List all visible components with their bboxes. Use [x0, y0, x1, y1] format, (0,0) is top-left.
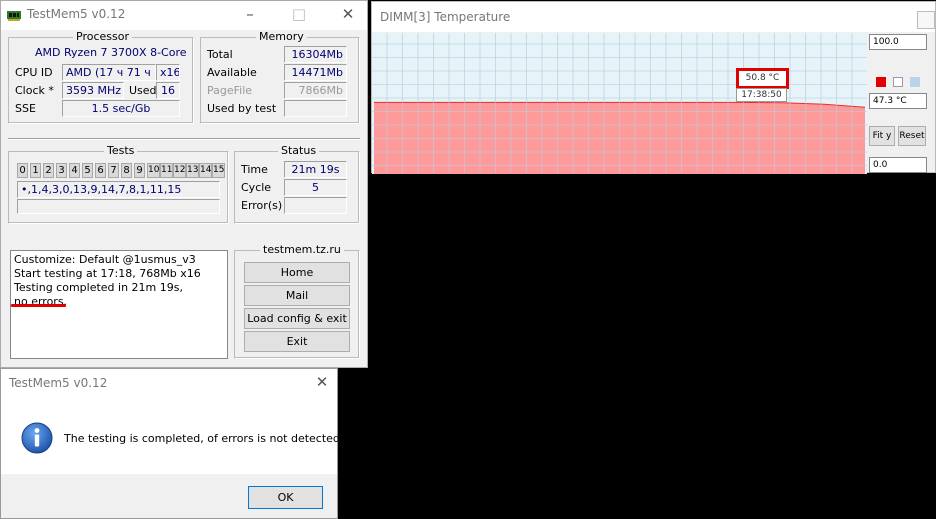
test-cells-row: 0 1 2 3 4 5 6 7 8 9 10 11 12 13 14 15 [17, 163, 225, 178]
testmem-titlebar[interactable]: TestMem5 v0.12 – □ ✕ [1, 1, 367, 30]
dimm-titlebar[interactable]: DIMM[3] Temperature [372, 2, 935, 32]
tooltip-time: 17:38:50 [736, 88, 787, 102]
sse-field: 1.5 sec/Gb [62, 100, 180, 117]
test-cell: 11 [160, 163, 173, 178]
test-cell: 15 [212, 163, 225, 178]
used-by-test-label: Used by test [207, 102, 277, 115]
test-cell: 0 [17, 163, 28, 178]
test-cell: 10 [147, 163, 160, 178]
close-button[interactable]: ✕ [331, 1, 365, 30]
time-label: Time [241, 163, 268, 176]
available-label: Available [207, 66, 257, 79]
test-cell: 4 [69, 163, 80, 178]
exit-button[interactable]: Exit [244, 331, 350, 352]
test-cell: 9 [134, 163, 145, 178]
cpuid-field: AMD (17 ч 71 ч [62, 64, 156, 81]
clock-field: 3593 MHz [62, 82, 124, 99]
fit-y-button[interactable]: Fit y [869, 126, 895, 146]
red-underline [11, 304, 66, 307]
available-field: 14471Mb [284, 64, 347, 81]
clock-label: Clock * [15, 84, 54, 97]
dialog-message: The testing is completed, of errors is n… [64, 432, 344, 445]
test-cell: 2 [43, 163, 54, 178]
test-cell: 13 [186, 163, 199, 178]
separator [8, 138, 360, 140]
cycle-label: Cycle [241, 181, 272, 194]
total-field: 16304Mb [284, 46, 347, 63]
minimize-button[interactable]: – [233, 1, 267, 30]
tooltip-temp-value: 50.8 °C [745, 73, 780, 83]
dimm-temperature-window: DIMM[3] Temperature 50.8 °C 17:38:50 100… [371, 1, 936, 174]
home-button[interactable]: Home [244, 262, 350, 283]
errors-field [284, 197, 347, 214]
test-progress-bar [17, 199, 220, 214]
log-line: Start testing at 17:18, 768Mb x16 [14, 267, 201, 280]
info-icon [21, 422, 53, 454]
testmem-window: TestMem5 v0.12 – □ ✕ Processor AMD Ryzen… [0, 0, 368, 368]
errors-label: Error(s) [241, 199, 283, 212]
cpuid-threads-field: x16 [156, 64, 180, 81]
pagefile-label: PageFile [207, 84, 253, 97]
mail-button[interactable]: Mail [244, 285, 350, 306]
links-group-title: testmem.tz.ru [260, 243, 344, 256]
dialog-title: TestMem5 v0.12 [9, 376, 108, 390]
sse-label: SSE [15, 102, 36, 115]
cpu-name: AMD Ryzen 7 3700X 8-Core [35, 46, 187, 59]
used-label: Used [129, 84, 157, 97]
test-cell: 14 [199, 163, 212, 178]
status-group-title: Status [278, 144, 320, 157]
testmem-title: TestMem5 v0.12 [27, 7, 126, 21]
test-cell: 3 [56, 163, 67, 178]
memory-group-title: Memory [256, 30, 307, 43]
test-cell: 12 [173, 163, 186, 178]
current-value-field: 47.3 °C [869, 93, 927, 109]
log-line: Customize: Default @1usmus_v3 [14, 253, 196, 266]
tooltip-time-value: 17:38:50 [741, 90, 782, 100]
test-cell: 7 [108, 163, 119, 178]
time-field: 21m 19s [284, 161, 347, 178]
reset-button[interactable]: Reset [898, 126, 926, 146]
fill-color-swatch[interactable] [876, 77, 886, 87]
completion-dialog: TestMem5 v0.12 ✕ The testing is complete… [0, 368, 343, 519]
pagefile-field: 7866Mb [284, 82, 347, 99]
grid-color-swatch[interactable] [910, 77, 920, 87]
test-progress-fill [18, 200, 219, 213]
total-label: Total [207, 48, 233, 61]
min-value-field[interactable]: 0.0 [869, 157, 927, 173]
max-value-field[interactable]: 100.0 [869, 34, 927, 50]
load-config-exit-button[interactable]: Load config & exit [244, 308, 350, 329]
used-by-test-field [284, 100, 347, 117]
dimm-title: DIMM[3] Temperature [380, 10, 511, 24]
test-cell: 6 [95, 163, 106, 178]
test-cell: 8 [121, 163, 132, 178]
dimm-close-button[interactable] [917, 11, 935, 29]
background-color-swatch[interactable] [893, 77, 903, 87]
maximize-button[interactable]: □ [282, 1, 316, 30]
test-sequence-field: •,1,4,3,0,13,9,14,7,8,1,11,15 [17, 181, 220, 198]
log-line: Testing completed in 21m 19s, [14, 281, 183, 294]
tests-group-title: Tests [104, 144, 138, 157]
memory-chip-icon [7, 11, 21, 21]
cycle-field: 5 [284, 179, 347, 196]
test-cell: 1 [30, 163, 41, 178]
used-field: 16 [156, 82, 180, 99]
cpuid-label: CPU ID [15, 66, 53, 79]
processor-group-title: Processor [73, 30, 132, 43]
tooltip-temp: 50.8 °C [736, 68, 789, 89]
temperature-chart [372, 33, 867, 174]
test-cell: 5 [82, 163, 93, 178]
ok-button[interactable]: OK [248, 486, 323, 509]
dialog-close-button[interactable]: ✕ [305, 369, 339, 398]
